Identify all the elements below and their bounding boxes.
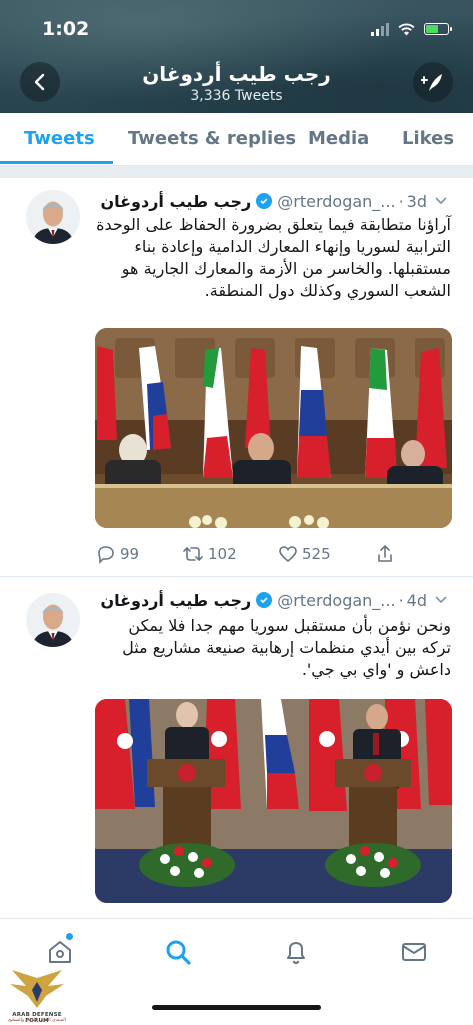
tweet-actions: 99 102 525: [96, 542, 436, 566]
profile-tabs: Tweets Tweets & replies Media Likes: [0, 113, 473, 166]
tweet-header: رجب طيب أردوغان @rterdogan_... · 3d: [100, 190, 451, 212]
verified-badge-icon: [256, 193, 273, 209]
bell-icon: [287, 942, 305, 965]
tweet-time[interactable]: 4d: [407, 591, 427, 610]
profile-photo-icon: [26, 593, 80, 647]
cellular-signal-icon: [371, 22, 389, 36]
like-button[interactable]: 525: [278, 544, 376, 564]
tweet-photo[interactable]: [95, 328, 452, 528]
timeline-separator: [0, 166, 473, 178]
tweet-text: ونحن نؤمن بأن مستقبل سوريا مهم جدا فلا ي…: [122, 616, 451, 679]
status-icons: [371, 20, 452, 38]
tweet-card[interactable]: رجب طيب أردوغان @rterdogan_... · 3d آراؤ…: [0, 178, 473, 576]
reply-button[interactable]: 99: [96, 544, 182, 564]
tweet-separator: ·: [398, 590, 404, 610]
share-button[interactable]: [376, 544, 394, 564]
verified-badge-icon: [256, 592, 273, 608]
tweet-photo[interactable]: [95, 699, 452, 903]
tweet-count: 3,336 Tweets: [190, 88, 283, 104]
watermark-subtitle: المنتدى العربي للدفاع والتسليح: [8, 1018, 66, 1023]
chevron-down-icon[interactable]: [431, 191, 451, 211]
press-conference-image: [95, 328, 452, 528]
nav-search[interactable]: [163, 937, 193, 967]
battery-icon: [424, 23, 452, 35]
retweet-icon: [183, 547, 203, 561]
reply-icon: [98, 546, 114, 564]
author-handle[interactable]: @rterdogan_...: [277, 192, 395, 211]
tweet-header: رجب طيب أردوغان @rterdogan_... · 4d: [100, 589, 451, 611]
compose-tweet-button[interactable]: [413, 62, 453, 102]
tab-likes[interactable]: Likes: [402, 113, 454, 165]
tab-tweets[interactable]: Tweets: [24, 113, 95, 165]
tweet-time[interactable]: 3d: [407, 192, 427, 211]
heart-icon: [279, 546, 297, 563]
author-name[interactable]: رجب طيب أردوغان: [100, 192, 251, 211]
reply-count: 99: [120, 545, 140, 563]
home-icon: [49, 941, 71, 963]
nav-messages[interactable]: [399, 937, 429, 967]
retweet-count: 102: [208, 545, 237, 563]
share-icon: [378, 544, 392, 562]
avatar[interactable]: [26, 190, 80, 244]
chevron-down-icon[interactable]: [431, 590, 451, 610]
tweet-text: آراؤنا متطابقة فيما يتعلق بضرورة الحفاظ …: [96, 215, 451, 300]
profile-photo-icon: [26, 190, 80, 244]
avatar[interactable]: [26, 593, 80, 647]
notification-dot: [66, 933, 73, 940]
tab-media[interactable]: Media: [308, 113, 369, 165]
active-tab-indicator: [0, 161, 113, 164]
author-handle[interactable]: @rterdogan_...: [277, 591, 395, 610]
profile-name: رجب طيب أردوغان: [142, 62, 331, 86]
retweet-button[interactable]: 102: [182, 544, 278, 564]
eagle-logo-icon: [10, 970, 64, 1008]
search-icon: [166, 940, 191, 965]
press-conference-image: [95, 699, 452, 903]
profile-header: 1:02 رجب طيب أردوغان 3,336 Tweets: [0, 0, 473, 113]
compose-feather-icon: [421, 74, 442, 91]
home-indicator: [152, 1005, 321, 1010]
tweet-separator: ·: [398, 191, 404, 211]
nav-home[interactable]: [45, 937, 75, 967]
status-time: 1:02: [42, 18, 90, 40]
mail-icon: [402, 943, 426, 961]
nav-notifications[interactable]: [281, 937, 311, 967]
author-name[interactable]: رجب طيب أردوغان: [100, 591, 251, 610]
tweet-card[interactable]: رجب طيب أردوغان @rterdogan_... · 4d ونحن…: [0, 577, 473, 918]
wifi-icon: [398, 23, 415, 35]
like-count: 525: [302, 545, 331, 563]
tab-tweets-and-replies[interactable]: Tweets & replies: [128, 113, 296, 165]
